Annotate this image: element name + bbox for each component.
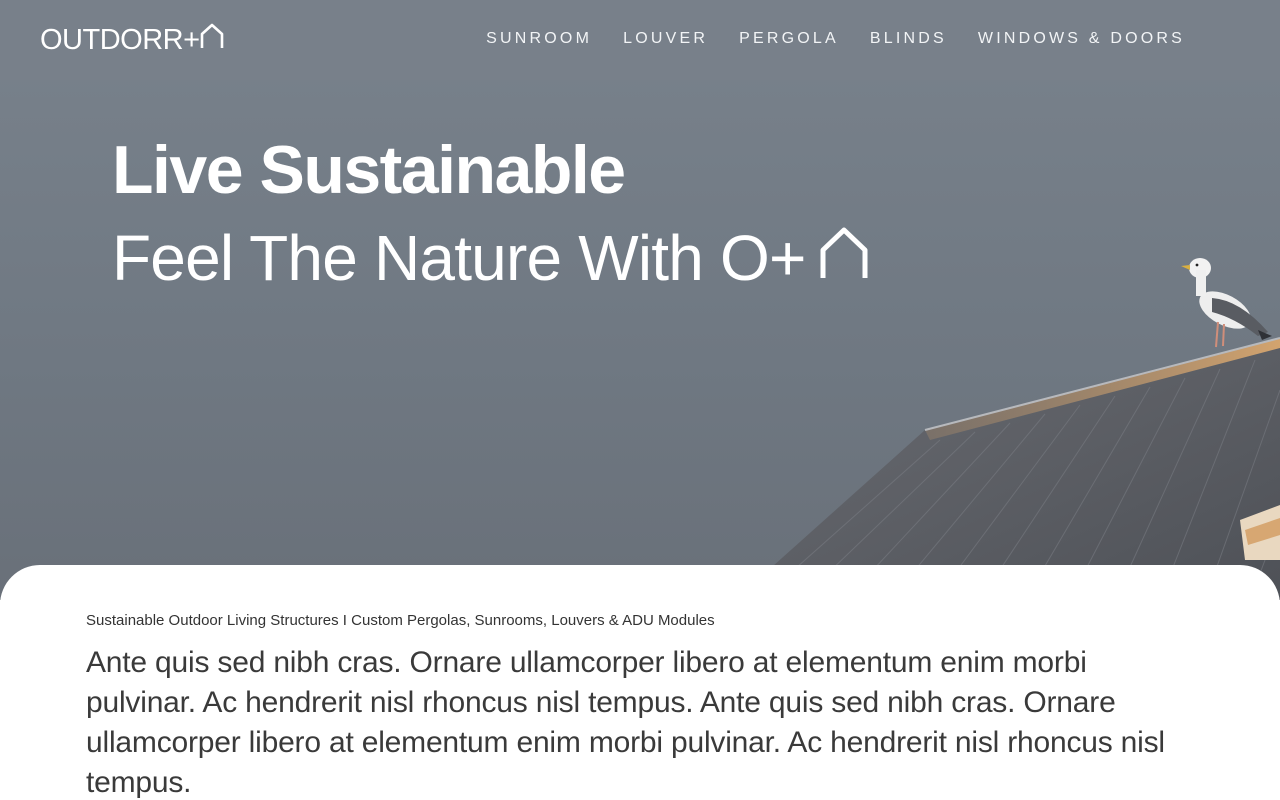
intro-card: Sustainable Outdoor Living Structures I … [0, 565, 1280, 800]
hero-title: Live Sustainable [112, 132, 626, 208]
nav-item-blinds[interactable]: BLINDS [870, 28, 947, 50]
house-outline-icon [820, 222, 868, 294]
house-outline-icon [200, 23, 224, 57]
nav-item-pergola[interactable]: PERGOLA [739, 28, 839, 50]
hero-section: OUTDORR+ SUNROOM LOUVER PERGOLA BLINDS W… [0, 0, 1280, 600]
tagline: Sustainable Outdoor Living Structures I … [86, 612, 715, 629]
site-logo[interactable]: OUTDORR+ [40, 23, 224, 57]
nav-item-louver[interactable]: LOUVER [623, 28, 708, 50]
page: OUTDORR+ SUNROOM LOUVER PERGOLA BLINDS W… [0, 0, 1280, 800]
nav-item-windows-doors[interactable]: WINDOWS & DOORS [978, 28, 1185, 50]
hero-subtitle-text: Feel The Nature With O+ [112, 222, 806, 294]
hero-background-image [0, 0, 1280, 600]
top-navbar: OUTDORR+ SUNROOM LOUVER PERGOLA BLINDS W… [0, 0, 1280, 80]
main-nav: SUNROOM LOUVER PERGOLA BLINDS WINDOWS & … [486, 28, 1185, 50]
logo-text: OUTDORR+ [40, 24, 200, 56]
intro-paragraph: Ante quis sed nibh cras. Ornare ullamcor… [86, 646, 1165, 799]
hero-subtitle: Feel The Nature With O+ [112, 222, 868, 294]
nav-item-sunroom[interactable]: SUNROOM [486, 28, 592, 50]
